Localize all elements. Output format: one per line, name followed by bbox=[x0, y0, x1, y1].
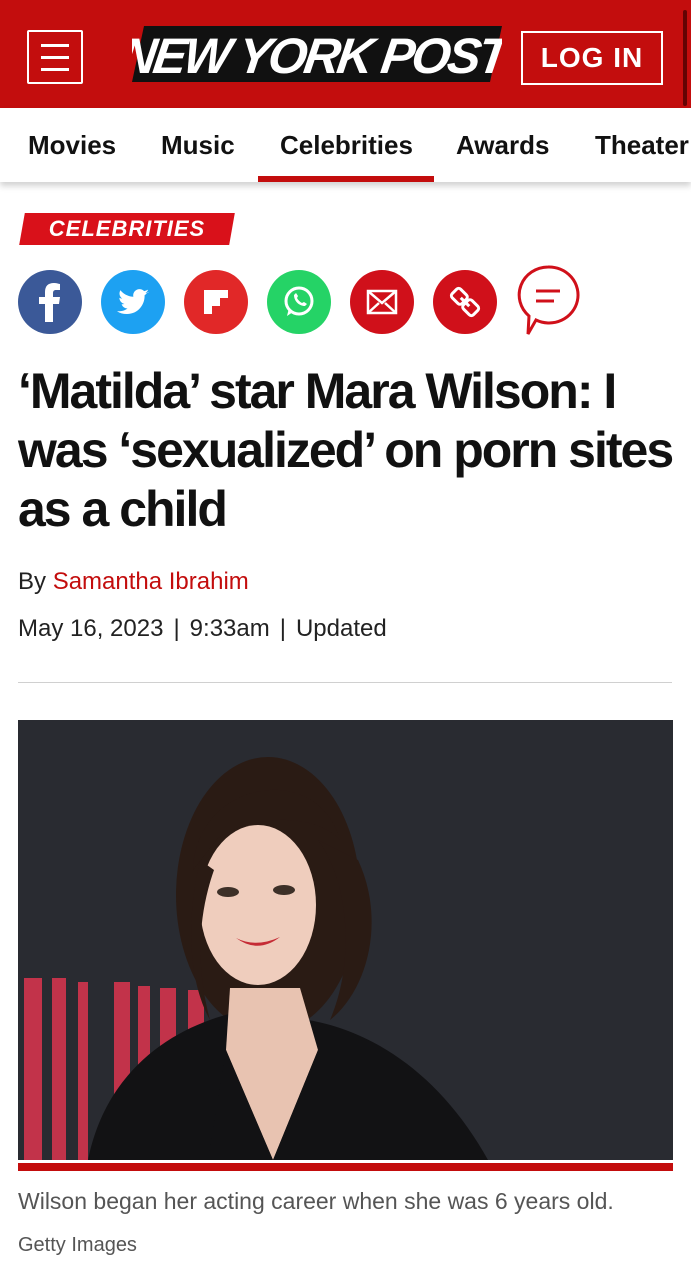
active-tab-indicator bbox=[258, 176, 434, 182]
divider bbox=[18, 682, 672, 683]
nav-item-music[interactable]: Music bbox=[161, 108, 235, 182]
separator: | bbox=[173, 615, 180, 642]
nav-item-movies[interactable]: Movies bbox=[28, 108, 116, 182]
publish-time: 9:33am bbox=[189, 615, 270, 642]
article-image[interactable] bbox=[18, 720, 673, 1160]
link-icon[interactable] bbox=[433, 270, 497, 334]
scrollbar[interactable] bbox=[683, 10, 687, 106]
comment-icon[interactable] bbox=[516, 264, 580, 335]
site-logo[interactable]: NEW YORK POST bbox=[132, 22, 502, 86]
logo-text: NEW YORK POST bbox=[132, 28, 502, 84]
top-header: NEW YORK POST LOG IN bbox=[0, 0, 691, 108]
section-tag[interactable]: CELEBRITIES bbox=[22, 213, 232, 245]
twitter-icon[interactable] bbox=[101, 270, 165, 334]
facebook-icon[interactable] bbox=[18, 270, 82, 334]
byline: By Samantha Ibrahim bbox=[18, 568, 249, 596]
menu-line bbox=[41, 44, 69, 47]
nav-item-celebrities[interactable]: Celebrities bbox=[280, 108, 413, 182]
separator: | bbox=[279, 615, 286, 642]
hamburger-icon[interactable] bbox=[27, 30, 83, 84]
byline-prefix: By bbox=[18, 568, 47, 595]
menu-line bbox=[41, 56, 69, 59]
article-headline: ‘Matilda’ star Mara Wilson: I was ‘sexua… bbox=[18, 363, 674, 537]
flipboard-icon[interactable] bbox=[184, 270, 248, 334]
menu-line bbox=[41, 68, 69, 71]
image-credit: Getty Images bbox=[18, 1234, 137, 1256]
nav-item-theater[interactable]: Theater bbox=[595, 108, 689, 182]
publish-date: May 16, 2023 bbox=[18, 615, 164, 642]
login-button[interactable]: LOG IN bbox=[521, 31, 663, 85]
section-nav: Movies Music Celebrities Awards Theater bbox=[0, 108, 691, 182]
author-link[interactable]: Samantha Ibrahim bbox=[53, 568, 249, 595]
image-caption: Wilson began her acting career when she … bbox=[18, 1188, 614, 1214]
dateline: May 16, 2023 | 9:33am | Updated bbox=[18, 615, 387, 643]
whatsapp-icon[interactable] bbox=[267, 270, 331, 334]
updated-label: Updated bbox=[295, 615, 387, 642]
image-accent-bar bbox=[18, 1163, 673, 1171]
email-icon[interactable] bbox=[350, 270, 414, 334]
nav-item-awards[interactable]: Awards bbox=[456, 108, 549, 182]
